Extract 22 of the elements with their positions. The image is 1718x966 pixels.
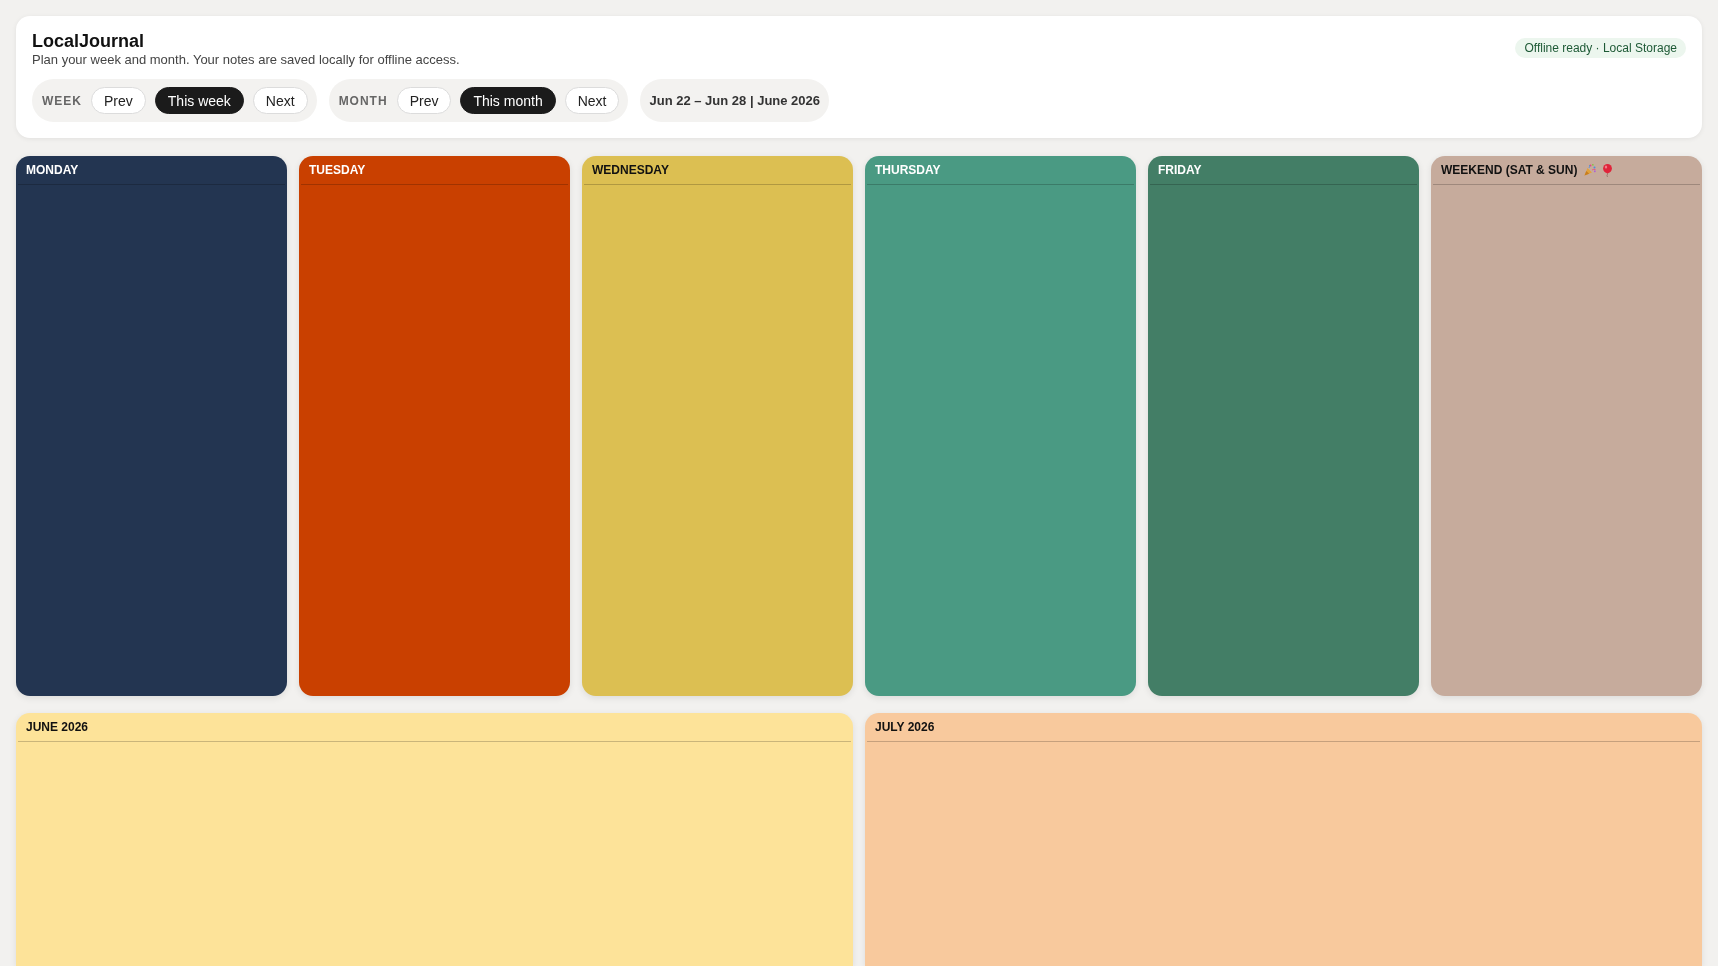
previous-button[interactable]: Prev xyxy=(396,87,452,114)
day-title: WEDNESDAY xyxy=(592,163,669,177)
previous-button[interactable]: Prev xyxy=(91,87,146,114)
current-period-button[interactable]: This week xyxy=(154,87,244,114)
next-button[interactable]: Next xyxy=(252,87,308,114)
month-title: JUNE 2026 xyxy=(26,720,89,734)
day-title: FRIDAY xyxy=(1158,163,1202,177)
party-popper-icon xyxy=(1584,164,1597,176)
day-title: MONDAY xyxy=(26,163,79,177)
day-title: WEEKEND (SAT & SUN) xyxy=(1441,163,1578,177)
date-range: Jun 22 – Jun 28 | June 2026 xyxy=(640,79,830,122)
next-button[interactable]: Next xyxy=(564,87,620,114)
month-title: JULY 2026 xyxy=(875,720,935,734)
app-subtitle: Plan your week and month. Your notes are saved locally for offline access. xyxy=(32,52,461,67)
current-period-button[interactable]: This month xyxy=(460,87,556,114)
status-badge: Offline ready · Local Storage xyxy=(1515,38,1686,58)
nav-label: WEEK xyxy=(42,93,82,108)
day-title: TUESDAY xyxy=(309,163,366,177)
day-title: THURSDAY xyxy=(875,163,941,177)
nav-label: MONTH xyxy=(338,93,388,108)
balloon-icon xyxy=(1603,163,1613,177)
app-title: LocalJournal xyxy=(32,30,146,52)
